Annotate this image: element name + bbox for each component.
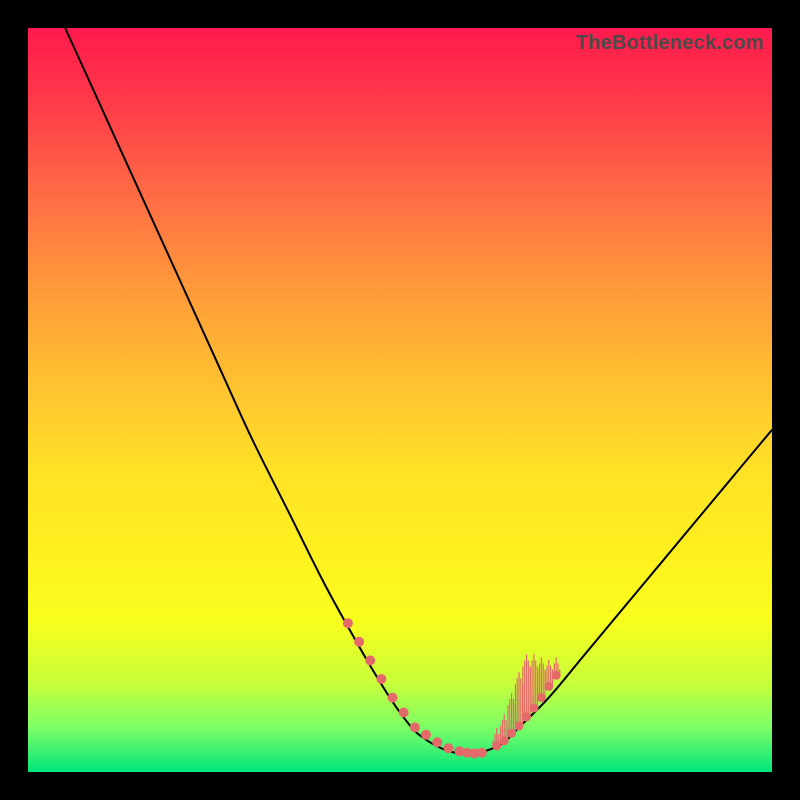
chart-plot-area: TheBottleneck.com [28, 28, 772, 772]
marker-dot [522, 712, 531, 721]
marker-dot [354, 637, 364, 647]
marker-dot [507, 729, 516, 738]
marker-dot [388, 693, 398, 703]
marker-dot [500, 736, 509, 745]
marker-dot [529, 704, 538, 713]
marker-dot [399, 708, 409, 718]
marker-dot [443, 743, 453, 753]
marker-dot [421, 730, 431, 740]
marker-cluster-left [343, 618, 487, 758]
bottleneck-curve [65, 28, 772, 754]
marker-dot [432, 737, 442, 747]
chart-svg [28, 28, 772, 772]
marker-dot [537, 693, 546, 702]
marker-dot [515, 721, 524, 730]
marker-dot [410, 722, 420, 732]
marker-cluster-right [492, 654, 561, 750]
marker-dot [376, 674, 386, 684]
marker-dot [552, 671, 561, 680]
marker-dot [544, 682, 553, 691]
marker-dot [365, 655, 375, 665]
marker-dot [492, 742, 501, 751]
marker-dot [477, 748, 487, 758]
marker-dot [343, 618, 353, 628]
